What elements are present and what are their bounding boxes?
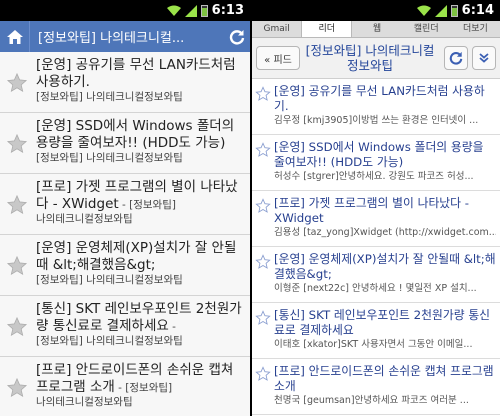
page-title: [정보와팁] 나의테크니컬정보와팁: [305, 43, 435, 73]
star-icon[interactable]: [255, 86, 271, 102]
refresh-icon: [229, 29, 245, 44]
star-icon[interactable]: [6, 194, 28, 216]
status-time: 6:13: [211, 3, 244, 18]
right-header: « 피드 [정보와팁] 나의테크니컬정보와팁: [252, 38, 500, 79]
item-source: 나의테크니컬정보와팁: [36, 396, 133, 408]
battery-icon: [200, 4, 208, 17]
item-title: [운영] 공유기를 무선 LAN카드처럼 사용하기.: [36, 57, 236, 90]
item-source: [정보와팁] 나의테크니컬정보와팁: [36, 274, 183, 286]
star-icon[interactable]: [255, 310, 271, 326]
item-source: [정보와팁] 나의테크니컬정보와팁: [36, 152, 183, 164]
star-icon[interactable]: [255, 254, 271, 270]
left-reader-app: [정보와팁] 나의테크니컬... [운영] 공유기를 무선 LAN카드처럼 사용…: [0, 21, 250, 416]
star-icon[interactable]: [255, 198, 271, 214]
item-title: [프로] 가젯 프로그램의 별이 나타났다 - XWidget: [274, 196, 470, 225]
item-snippet: 이형준 [next22c] 안녕하세요 ! 몇일전 XP 설치...: [274, 283, 477, 294]
article-list: [운영] 공유기를 무선 LAN카드처럼 사용하기. 김우정 [kmj3905]…: [252, 79, 500, 415]
list-item[interactable]: [프로] 가젯 프로그램의 별이 나타났다 - XWidget 김용성 [taz…: [252, 191, 500, 247]
star-icon[interactable]: [255, 366, 271, 382]
item-title: [운영] SSD에서 Windows 폴더의 용량을 줄여보자!! (HDD도 …: [36, 118, 235, 151]
item-source-inline: -: [168, 321, 176, 333]
item-title: [운영] 운영체제(XP)설치가 잘 안될때 &lt;해결했음&gt;: [36, 240, 237, 273]
list-item[interactable]: [프로] 안드로이드폰의 손쉬운 캡쳐 프로그램 소개 - [정보와팁] 나의테…: [0, 357, 250, 416]
feeds-button[interactable]: « 피드: [256, 46, 300, 70]
tab-gmail[interactable]: Gmail: [252, 21, 301, 37]
status-bar-right: 6:14: [252, 0, 500, 21]
star-icon[interactable]: [6, 72, 28, 94]
list-item[interactable]: [통신] SKT 레인보우포인트 2천원가량 통신료로 결제하세요 - [정보와…: [0, 296, 250, 357]
star-icon[interactable]: [6, 255, 28, 277]
list-item[interactable]: [운영] 운영체제(XP)설치가 잘 안될때 &lt;해결했음&gt; 이형준 …: [252, 247, 500, 303]
status-time: 6:14: [461, 3, 494, 18]
tab-more[interactable]: 더보기: [451, 21, 500, 37]
page-title: [정보와팁] 나의테크니컬...: [38, 31, 185, 46]
item-source-inline: - [정보와팁]: [118, 199, 176, 211]
signal-icon: [434, 4, 447, 17]
item-title: [프로] 안드로이드폰의 손쉬운 캡쳐 프로그램 소개 - [정보와팁]: [36, 362, 234, 395]
list-item[interactable]: [운영] 운영체제(XP)설치가 잘 안될때 &lt;해결했음&gt; [정보와…: [0, 235, 250, 296]
star-icon[interactable]: [6, 316, 28, 338]
options-button[interactable]: [472, 46, 496, 70]
item-source-inline: - [정보와팁]: [114, 382, 173, 394]
item-snippet: 이태호 [xkator]SKT 사용자면서 그동안 이메일...: [274, 339, 473, 350]
item-title: [프로] 가젯 프로그램의 별이 나타났다 - XWidget - [정보와팁]: [36, 179, 238, 212]
star-icon[interactable]: [6, 133, 28, 155]
list-item[interactable]: [통신] SKT 레인보우포인트 2천원가량 통신료로 결제하세요 이태호 [x…: [252, 303, 500, 359]
article-list: [운영] 공유기를 무선 LAN카드처럼 사용하기. [정보와팁] 나의테크니컬…: [0, 52, 250, 416]
item-snippet: 천명국 [geumsan]안녕하세요 파코즈 여러분 ...: [274, 395, 469, 406]
item-title: [운영] SSD에서 Windows 폴더의 용량을 줄여보자!! (HDD도 …: [274, 140, 484, 169]
left-header: [정보와팁] 나의테크니컬...: [0, 21, 250, 52]
status-bar-left: 6:13: [0, 0, 250, 21]
list-item[interactable]: [운영] SSD에서 Windows 폴더의 용량을 줄여보자!! (HDD도 …: [0, 113, 250, 174]
item-title: [프로] 안드로이드폰의 손쉬운 캡쳐 프로그램 소개: [274, 364, 494, 393]
list-item[interactable]: [프로] 가젯 프로그램의 별이 나타났다 - XWidget - [정보와팁]…: [0, 174, 250, 235]
refresh-button[interactable]: [224, 21, 250, 52]
chevron-down-icon: [479, 53, 489, 63]
refresh-button[interactable]: [444, 46, 468, 70]
list-item[interactable]: [프로] 안드로이드폰의 손쉬운 캡쳐 프로그램 소개 천명국 [geumsan…: [252, 359, 500, 415]
list-item[interactable]: [운영] SSD에서 Windows 폴더의 용량을 줄여보자!! (HDD도 …: [252, 135, 500, 191]
right-reader-web: Gmail 리더 웹 캘린더 더보기 « 피드 [정보와팁] 나의테크니컬정보와…: [252, 21, 500, 416]
list-item[interactable]: [운영] 공유기를 무선 LAN카드처럼 사용하기. [정보와팁] 나의테크니컬…: [0, 52, 250, 113]
item-source: [정보와팁] 나의테크니컬정보와팁: [36, 91, 183, 103]
google-tabs: Gmail 리더 웹 캘린더 더보기: [252, 21, 500, 38]
tab-web[interactable]: 웹: [352, 21, 401, 37]
refresh-icon: [449, 51, 463, 65]
item-source: [정보와팁] 나의테크니컬정보와팁: [36, 335, 183, 347]
wifi-icon: [166, 5, 181, 16]
item-title: [통신] SKT 레인보우포인트 2천원가량 통신료로 결제하세요 -: [36, 301, 242, 334]
home-icon: [6, 29, 23, 44]
item-source: 나의테크니컬정보와팁: [36, 213, 133, 225]
star-icon[interactable]: [255, 142, 271, 158]
item-snippet: 허성수 [stgrer]안녕하세요. 강원도 파코즈 허성...: [274, 171, 474, 182]
item-snippet: 김우정 [kmj3905]이방법 쓰는 환경은 인터넷이 ...: [274, 115, 479, 126]
list-item[interactable]: [운영] 공유기를 무선 LAN카드처럼 사용하기. 김우정 [kmj3905]…: [252, 79, 500, 135]
signal-icon: [184, 4, 197, 17]
star-icon[interactable]: [6, 377, 28, 399]
item-title: [운영] 운영체제(XP)설치가 잘 안될때 &lt;해결했음&gt;: [274, 252, 496, 281]
item-title: [운영] 공유기를 무선 LAN카드처럼 사용하기.: [274, 84, 485, 113]
wifi-icon: [416, 5, 431, 16]
home-button[interactable]: [0, 21, 30, 52]
tab-reader[interactable]: 리더: [301, 21, 353, 37]
battery-icon: [450, 4, 458, 17]
item-snippet: 김용성 [taz_yong]Xwidget (http://xwidget.co…: [274, 227, 496, 238]
tab-calendar[interactable]: 캘린더: [402, 21, 451, 37]
item-title: [통신] SKT 레인보우포인트 2천원가량 통신료로 결제하세요: [274, 308, 491, 337]
